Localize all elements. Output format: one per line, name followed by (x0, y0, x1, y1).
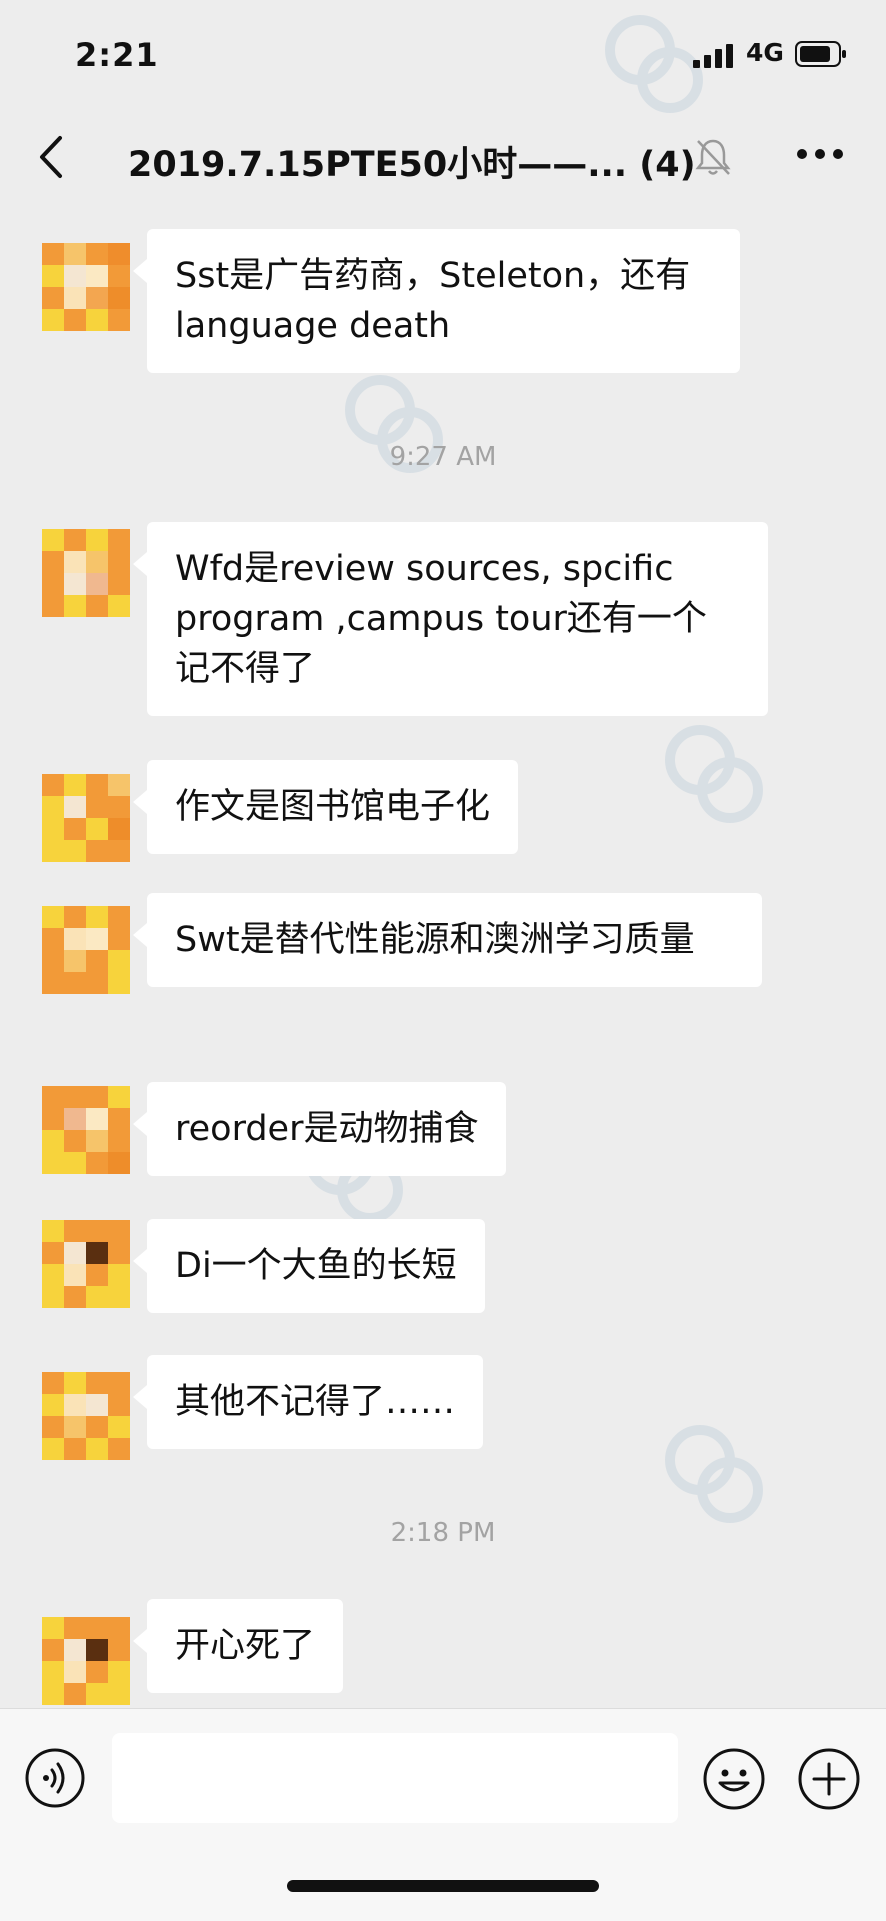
emoji-icon[interactable] (702, 1747, 766, 1811)
timestamp: 9:27 AM (389, 442, 497, 472)
avatar[interactable] (42, 1086, 130, 1174)
avatar[interactable] (42, 1617, 130, 1705)
avatar[interactable] (42, 1220, 130, 1308)
battery-icon (795, 41, 846, 67)
avatar[interactable] (42, 774, 130, 862)
status-bar: 2:21 4G (0, 0, 886, 110)
avatar[interactable] (42, 906, 130, 994)
more-dots-icon[interactable] (795, 146, 845, 162)
message-bubble[interactable]: Sst是广告药商，Steleton，还有language death (133, 229, 740, 373)
avatar[interactable] (42, 1372, 130, 1460)
message-input[interactable] (112, 1733, 678, 1823)
chevron-left-icon[interactable] (30, 132, 72, 182)
message-bubble[interactable]: reorder是动物捕食 (132, 1082, 507, 1176)
plus-icon[interactable] (797, 1747, 861, 1811)
voice-icon[interactable] (24, 1747, 86, 1809)
message-bubble[interactable]: Wfd是review sources, spcific program ,cam… (133, 522, 768, 716)
bell-mute-icon (695, 139, 731, 175)
watermark-logo (665, 725, 763, 823)
message-bubble[interactable]: Swt是替代性能源和澳洲学习质量 (133, 893, 762, 987)
message-bubble[interactable]: Di一个大鱼的长短 (133, 1219, 485, 1313)
timestamp: 2:18 PM (390, 1518, 496, 1548)
home-indicator[interactable] (287, 1880, 599, 1892)
avatar[interactable] (42, 529, 130, 617)
watermark-logo (345, 375, 443, 473)
message-bubble[interactable]: 作文是图书馆电子化 (132, 760, 519, 854)
network-type: 4G (746, 38, 784, 67)
chat-header: 2019.7.15PTE50小时——... (4) (0, 110, 886, 210)
avatar[interactable] (42, 243, 130, 331)
message-bubble[interactable]: 开心死了 (132, 1599, 344, 1693)
message-bubble[interactable]: 其他不记得了…… (132, 1355, 484, 1449)
chat-title[interactable]: 2019.7.15PTE50小时——... (4) (128, 136, 696, 187)
signal-strength-icon (693, 44, 733, 68)
status-time: 2:21 (75, 36, 159, 74)
